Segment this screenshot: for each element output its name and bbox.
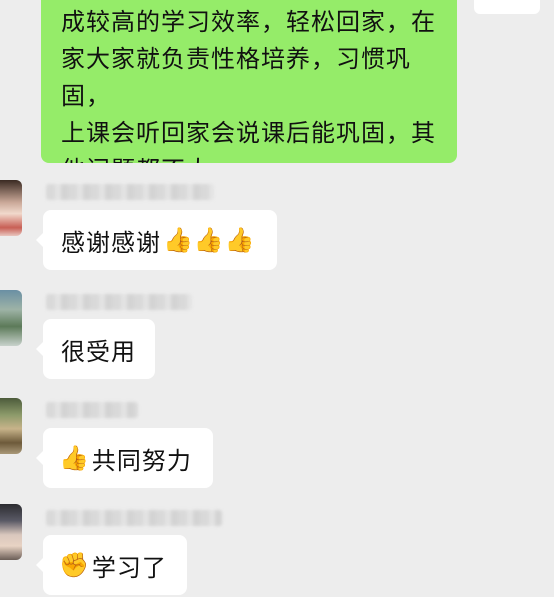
incoming-message-bubble[interactable]: ✊ 学习了 [36, 535, 187, 595]
message-text: 共同努力 [91, 446, 192, 475]
message-text: 很受用 [61, 337, 136, 366]
incoming-message-bubble[interactable]: 很受用 [36, 319, 155, 379]
sender-name-blurred [46, 510, 222, 526]
thumbs-up-icon: 👍 [59, 444, 90, 472]
avatar[interactable] [0, 398, 22, 454]
outgoing-message-bubble[interactable]: 成较高的学习效率，轻松回家，在 家大家就负责性格培养，习惯巩固， 上课会听回家会… [41, 0, 457, 163]
chat-view: 成较高的学习效率，轻松回家，在 家大家就负责性格培养，习惯巩固， 上课会听回家会… [0, 0, 554, 597]
avatar[interactable] [0, 504, 22, 560]
incoming-message-bubble[interactable]: 👍 共同努力 [36, 428, 213, 488]
avatar[interactable] [0, 290, 22, 346]
partial-bubble [474, 0, 540, 14]
message-text: 学习了 [91, 553, 167, 582]
fist-icon: ✊ [59, 551, 90, 579]
sender-name-blurred [46, 294, 192, 310]
sender-name-blurred [46, 402, 138, 418]
incoming-message-bubble[interactable]: 感谢感谢 👍👍👍 [36, 210, 277, 270]
sender-name-blurred [46, 184, 214, 200]
thumbs-up-icon: 👍👍👍 [163, 226, 256, 254]
avatar[interactable] [0, 180, 22, 236]
message-text: 感谢感谢 [61, 228, 161, 257]
